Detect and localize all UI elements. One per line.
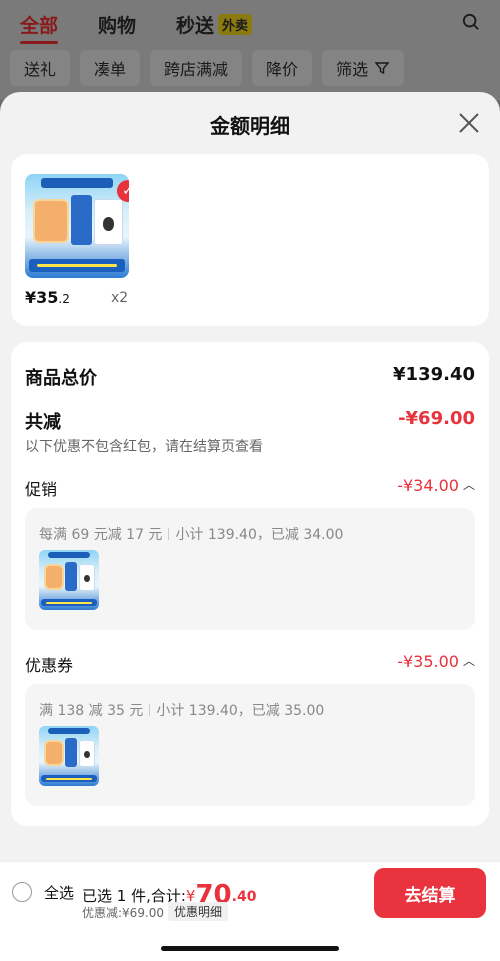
amount-detail-sheet: 金额明细 ✓ ¥35.2 x2 商品总价 ¥139.40 共减 -¥69.00 [0,92,500,961]
price-main: ¥35 [25,288,59,307]
sheet-title: 金额明细 [210,114,290,138]
tab-shopping[interactable]: 购物 [98,11,136,38]
divider [168,528,170,540]
filter-bundle[interactable]: 凑单 [80,50,141,86]
image-box [93,198,123,245]
image-box [65,738,78,767]
promo-product-image[interactable] [39,550,99,610]
tab-instant[interactable]: 秒送 外卖 [176,11,253,38]
top-tabs: 全部 购物 秒送 外卖 [20,8,480,44]
tab-instant-label: 秒送 [176,14,215,37]
image-cup [43,740,65,766]
select-all-radio[interactable] [12,882,32,902]
home-indicator [161,946,339,951]
coupon-value-wrap: -¥35.00 ︿ [397,652,475,671]
discount-amount: 优惠减:¥69.00 [82,906,165,920]
promo-rule: 每满 69 元减 17 元 [39,527,163,543]
total-value: ¥139.40 [393,364,475,385]
tab-all[interactable]: 全部 [20,11,59,44]
image-box [78,564,96,591]
filter-screen-label: 筛选 [336,60,369,79]
product-image-art [39,726,99,786]
product-quantity: x2 [111,290,129,306]
coupon-subtotal: 小计 139.40，已减 35.00 [156,703,325,719]
funnel-icon [374,62,390,75]
total-row: 商品总价 ¥139.40 [25,364,475,390]
image-banner [40,178,114,188]
product-card: ✓ ¥35.2 x2 [11,154,489,326]
filter-cross-store[interactable]: 跨店满减 [150,50,243,86]
image-footer [41,775,97,783]
filter-price-drop[interactable]: 降价 [252,50,313,86]
promo-label: 促销 [25,480,58,499]
chevron-up-icon[interactable]: ︿ [463,476,475,493]
product-image-art [39,550,99,610]
promo-text: 每满 69 元减 17 元小计 139.40，已减 34.00 [39,524,343,544]
discount-note: 以下优惠不包含红包，请在结算页查看 [25,439,263,455]
product-image[interactable]: ✓ [25,174,129,278]
select-all-label[interactable]: 全选 [44,882,74,903]
coupon-rule: 满 138 减 35 元 [39,703,144,719]
image-footer [41,599,97,607]
total-label: 商品总价 [25,368,97,389]
checkout-bar: 全选 已选 1 件,合计:¥70.40 优惠减:¥69.00 优惠明细 去结算 [0,861,500,961]
reduce-value: -¥69.00 [398,408,475,429]
background-overlay: 全部 购物 秒送 外卖 送礼 凑单 跨店满减 降价 筛选 [0,0,500,100]
image-banner [48,552,90,558]
filter-chips: 送礼 凑单 跨店满减 降价 筛选 [10,50,490,86]
discount-note-row: 以下优惠不包含红包，请在结算页查看 [25,436,475,456]
image-banner [48,728,90,734]
product-price: ¥35.2 [25,288,70,307]
coupon-value: -¥35.00 [397,652,459,671]
search-icon[interactable] [462,13,480,31]
coupon-row[interactable]: 优惠券 -¥35.00 ︿ [25,652,475,676]
promo-box: 每满 69 元减 17 元小计 139.40，已减 34.00 [25,508,475,630]
promo-row[interactable]: 促销 -¥34.00 ︿ [25,476,475,500]
promo-value-wrap: -¥34.00 ︿ [397,476,475,495]
coupon-box: 满 138 减 35 元小计 139.40，已减 35.00 [25,684,475,806]
reduce-label: 共减 [25,412,61,433]
image-box [78,740,96,767]
image-cup [43,564,65,590]
filter-gift[interactable]: 送礼 [10,50,71,86]
promo-subtotal: 小计 139.40，已减 34.00 [175,527,344,543]
close-icon[interactable] [458,112,480,134]
total-decimal: .40 [231,889,257,905]
takeout-badge: 外卖 [218,13,253,35]
discount-detail-button[interactable]: 优惠明细 [168,902,229,921]
image-cup [33,198,69,243]
coupon-product-image[interactable] [39,726,99,786]
image-box [65,562,78,591]
coupon-text: 满 138 减 35 元小计 139.40，已减 35.00 [39,700,324,720]
product-image-art [25,174,129,278]
price-decimal: .2 [58,292,70,306]
filter-screen[interactable]: 筛选 [322,50,405,86]
amount-detail-card: 商品总价 ¥139.40 共减 -¥69.00 以下优惠不包含红包，请在结算页查… [11,342,489,826]
reduce-row: 共减 -¥69.00 [25,408,475,434]
image-box [70,194,92,245]
coupon-label: 优惠券 [25,656,74,675]
chevron-up-icon[interactable]: ︿ [463,652,475,669]
image-footer [29,259,125,272]
checkout-button[interactable]: 去结算 [374,868,486,918]
promo-value: -¥34.00 [397,476,459,495]
divider [149,704,151,716]
